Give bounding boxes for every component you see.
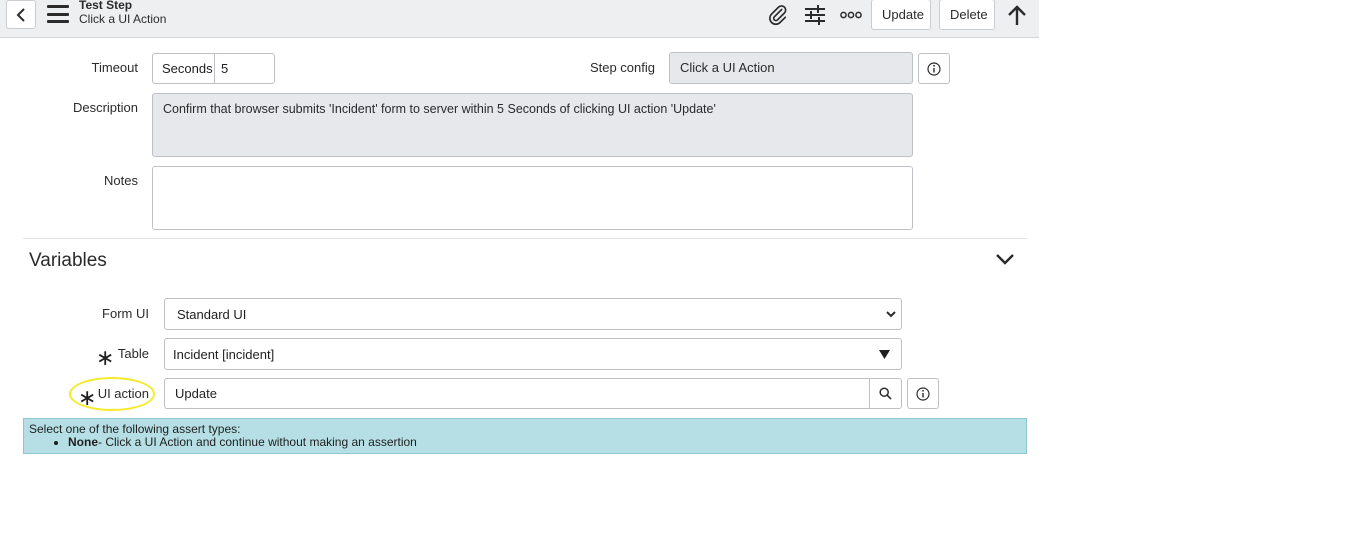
chevron-left-icon <box>16 7 25 22</box>
step-config-label: Step config <box>589 60 655 75</box>
section-divider <box>23 238 1027 239</box>
back-button[interactable] <box>6 0 36 29</box>
step-config-info-button[interactable] <box>918 53 950 84</box>
hamburger-menu-icon[interactable] <box>47 5 69 23</box>
test-step-form: Test Step Click a UI Action Update Delet… <box>0 0 1039 552</box>
timeout-value-input[interactable]: 5 <box>215 54 274 83</box>
assert-types-list: None- Click a UI Action and continue wit… <box>50 434 417 450</box>
paperclip-icon[interactable] <box>766 2 790 28</box>
timeout-label: Timeout <box>91 60 138 75</box>
assert-type-name: None <box>68 435 98 449</box>
table-selected-value: Incident [incident] <box>173 346 275 362</box>
description-field: Confirm that browser submits 'Incident' … <box>152 93 913 157</box>
step-config-field: Click a UI Action <box>669 52 913 84</box>
list-item: None- Click a UI Action and continue wit… <box>68 434 417 450</box>
record-type-title: Test Step <box>79 0 133 12</box>
ui-action-lookup-button[interactable] <box>869 378 902 409</box>
ui-action-info-button[interactable] <box>907 378 939 409</box>
table-label: Table <box>117 346 149 361</box>
assert-types-info-panel: Select one of the following assert types… <box>23 418 1027 454</box>
search-icon <box>879 387 892 400</box>
delete-button[interactable]: Delete <box>939 0 995 30</box>
chevron-down-icon <box>886 311 896 318</box>
chevron-down-icon[interactable] <box>994 251 1016 270</box>
timeout-field[interactable]: Seconds 5 <box>152 53 275 84</box>
info-icon <box>916 386 930 401</box>
timeout-unit: Seconds <box>153 54 215 83</box>
form-ui-select[interactable]: Standard UI <box>164 298 902 330</box>
assert-type-description: - Click a UI Action and continue without… <box>98 435 417 449</box>
arrow-up-icon[interactable] <box>1005 2 1029 28</box>
form-title: Test Step Click a UI Action <box>79 0 166 26</box>
record-name-subtitle: Click a UI Action <box>79 12 167 26</box>
ui-action-label: UI action <box>97 386 149 401</box>
ui-action-input[interactable]: Update <box>164 378 870 409</box>
more-icon[interactable] <box>839 2 863 28</box>
dropdown-caret-icon <box>879 350 890 359</box>
description-label: Description <box>72 100 138 115</box>
form-header: Test Step Click a UI Action Update Delet… <box>0 0 1039 38</box>
notes-textarea[interactable] <box>152 166 913 230</box>
form-ui-label: Form UI <box>102 306 149 321</box>
variables-section-title: Variables <box>29 250 107 271</box>
form-ui-selected-value: Standard UI <box>177 306 247 322</box>
update-button[interactable]: Update <box>871 0 931 30</box>
info-icon <box>927 61 941 76</box>
sliders-icon[interactable] <box>803 2 827 28</box>
table-select[interactable]: Incident [incident] <box>164 338 902 370</box>
notes-label: Notes <box>104 173 138 188</box>
